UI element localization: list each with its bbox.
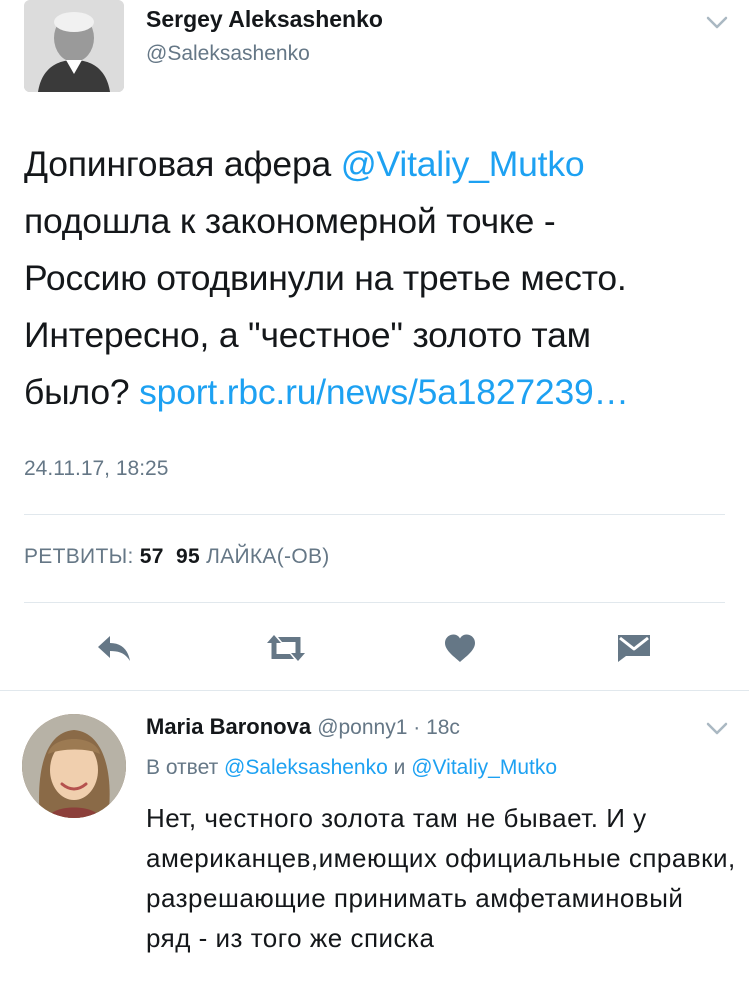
in-reply-and: и <box>387 756 412 779</box>
tweet-line: Допинговая афера @Vitaliy_Mutko <box>24 136 734 193</box>
separator: · <box>407 716 427 739</box>
author-handle[interactable]: @Saleksashenko <box>146 42 310 66</box>
reply-icon <box>98 636 130 661</box>
chevron-down-icon[interactable] <box>706 16 728 30</box>
reply-author-handle[interactable]: @ponny1 <box>317 716 407 739</box>
tweet-line: Интересно, а "честное" золото там <box>24 315 591 355</box>
tweet-text-segment: Допинговая афера <box>24 144 341 184</box>
reply-avatar[interactable] <box>22 714 126 818</box>
chevron-down-icon[interactable] <box>706 722 728 736</box>
tweet-text: Допинговая афера @Vitaliy_Mutko подошла … <box>24 136 734 421</box>
mention-link[interactable]: @Saleksashenko <box>224 756 388 779</box>
divider <box>0 690 749 691</box>
tweet-line: Россию отодвинули на третье место. <box>24 258 627 298</box>
avatar[interactable] <box>24 0 124 92</box>
avatar-portrait <box>22 714 126 818</box>
reply-text: Нет, честного золота там не бывает. И у … <box>146 803 736 953</box>
in-reply-to: В ответ @Saleksashenko и @Vitaliy_Mutko <box>146 756 557 780</box>
retweet-icon <box>267 635 305 661</box>
message-icon <box>618 635 650 662</box>
heart-icon <box>445 634 475 662</box>
url-link[interactable]: sport.rbc.ru/news/5a1827239… <box>139 372 629 412</box>
tweet-line: было? sport.rbc.ru/news/5a1827239… <box>24 364 734 421</box>
avatar-portrait <box>24 0 124 92</box>
likes-label[interactable]: ЛАЙКА(-ОВ) <box>206 545 329 568</box>
like-button[interactable] <box>438 628 482 668</box>
mention-link[interactable]: @Vitaliy_Mutko <box>411 756 557 779</box>
reply-author-name[interactable]: Maria Baronova <box>146 714 311 739</box>
retweets-label[interactable]: РЕТВИТЫ: <box>24 545 134 568</box>
mention-link[interactable]: @Vitaliy_Mutko <box>341 144 585 184</box>
divider <box>24 514 725 515</box>
author-name[interactable]: Sergey Aleksashenko <box>146 6 383 33</box>
retweet-button[interactable] <box>264 628 308 668</box>
in-reply-prefix: В ответ <box>146 756 225 779</box>
tweet-timestamp[interactable]: 24.11.17, 18:25 <box>24 457 168 481</box>
retweets-count[interactable]: 57 <box>140 545 164 568</box>
tweet-text-segment: было? <box>24 372 140 412</box>
reply-button[interactable] <box>92 628 136 668</box>
direct-message-button[interactable] <box>612 628 656 668</box>
reply-time[interactable]: 18с <box>426 716 460 739</box>
likes-count[interactable]: 95 <box>176 545 200 568</box>
tweet-stats: РЕТВИТЫ: 57 95 ЛАЙКА(-ОВ) <box>24 545 330 569</box>
tweet-line: подошла к закономерной точке - <box>24 201 556 241</box>
divider <box>24 602 725 603</box>
reply-author-line: Maria Baronova @ponny1 · 18с <box>146 714 460 740</box>
